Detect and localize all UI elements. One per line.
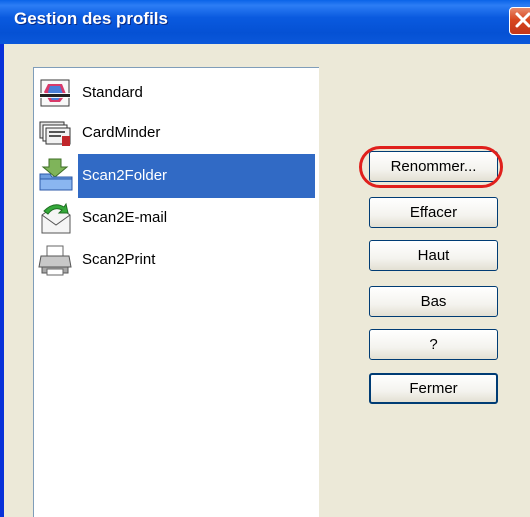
scanner-app-icon — [38, 76, 74, 110]
card-scanner-icon — [38, 116, 74, 150]
profile-manager-dialog: Gestion des profils Standard CardMinder … — [0, 0, 530, 517]
email-scan-icon — [38, 201, 74, 235]
list-item-label: Standard — [82, 84, 143, 101]
down-button[interactable]: Bas — [369, 286, 498, 317]
close-icon[interactable] — [509, 7, 530, 35]
list-item[interactable]: Scan2Folder — [34, 154, 318, 198]
list-item[interactable]: Scan2E-mail — [34, 198, 318, 238]
help-button[interactable]: ? — [369, 329, 498, 360]
rename-highlight-annotation — [359, 146, 503, 188]
up-button[interactable]: Haut — [369, 240, 498, 271]
printer-icon — [38, 243, 74, 277]
window-title: Gestion des profils — [14, 9, 168, 28]
list-item-label: Scan2E-mail — [82, 209, 168, 226]
list-item[interactable]: Scan2Print — [34, 240, 318, 280]
list-item-label: CardMinder — [82, 124, 161, 141]
list-item-label: Scan2Folder — [82, 167, 168, 184]
title-bar[interactable]: Gestion des profils — [0, 0, 530, 44]
close-button[interactable]: Fermer — [369, 373, 498, 404]
folder-scan-icon — [38, 158, 74, 192]
list-item[interactable]: Standard — [34, 73, 318, 113]
list-item[interactable]: CardMinder — [34, 113, 318, 153]
profile-list[interactable]: Standard CardMinder Scan2Folder Scan2E-m… — [33, 67, 319, 517]
list-item-label: Scan2Print — [82, 251, 156, 268]
delete-button[interactable]: Effacer — [369, 197, 498, 228]
